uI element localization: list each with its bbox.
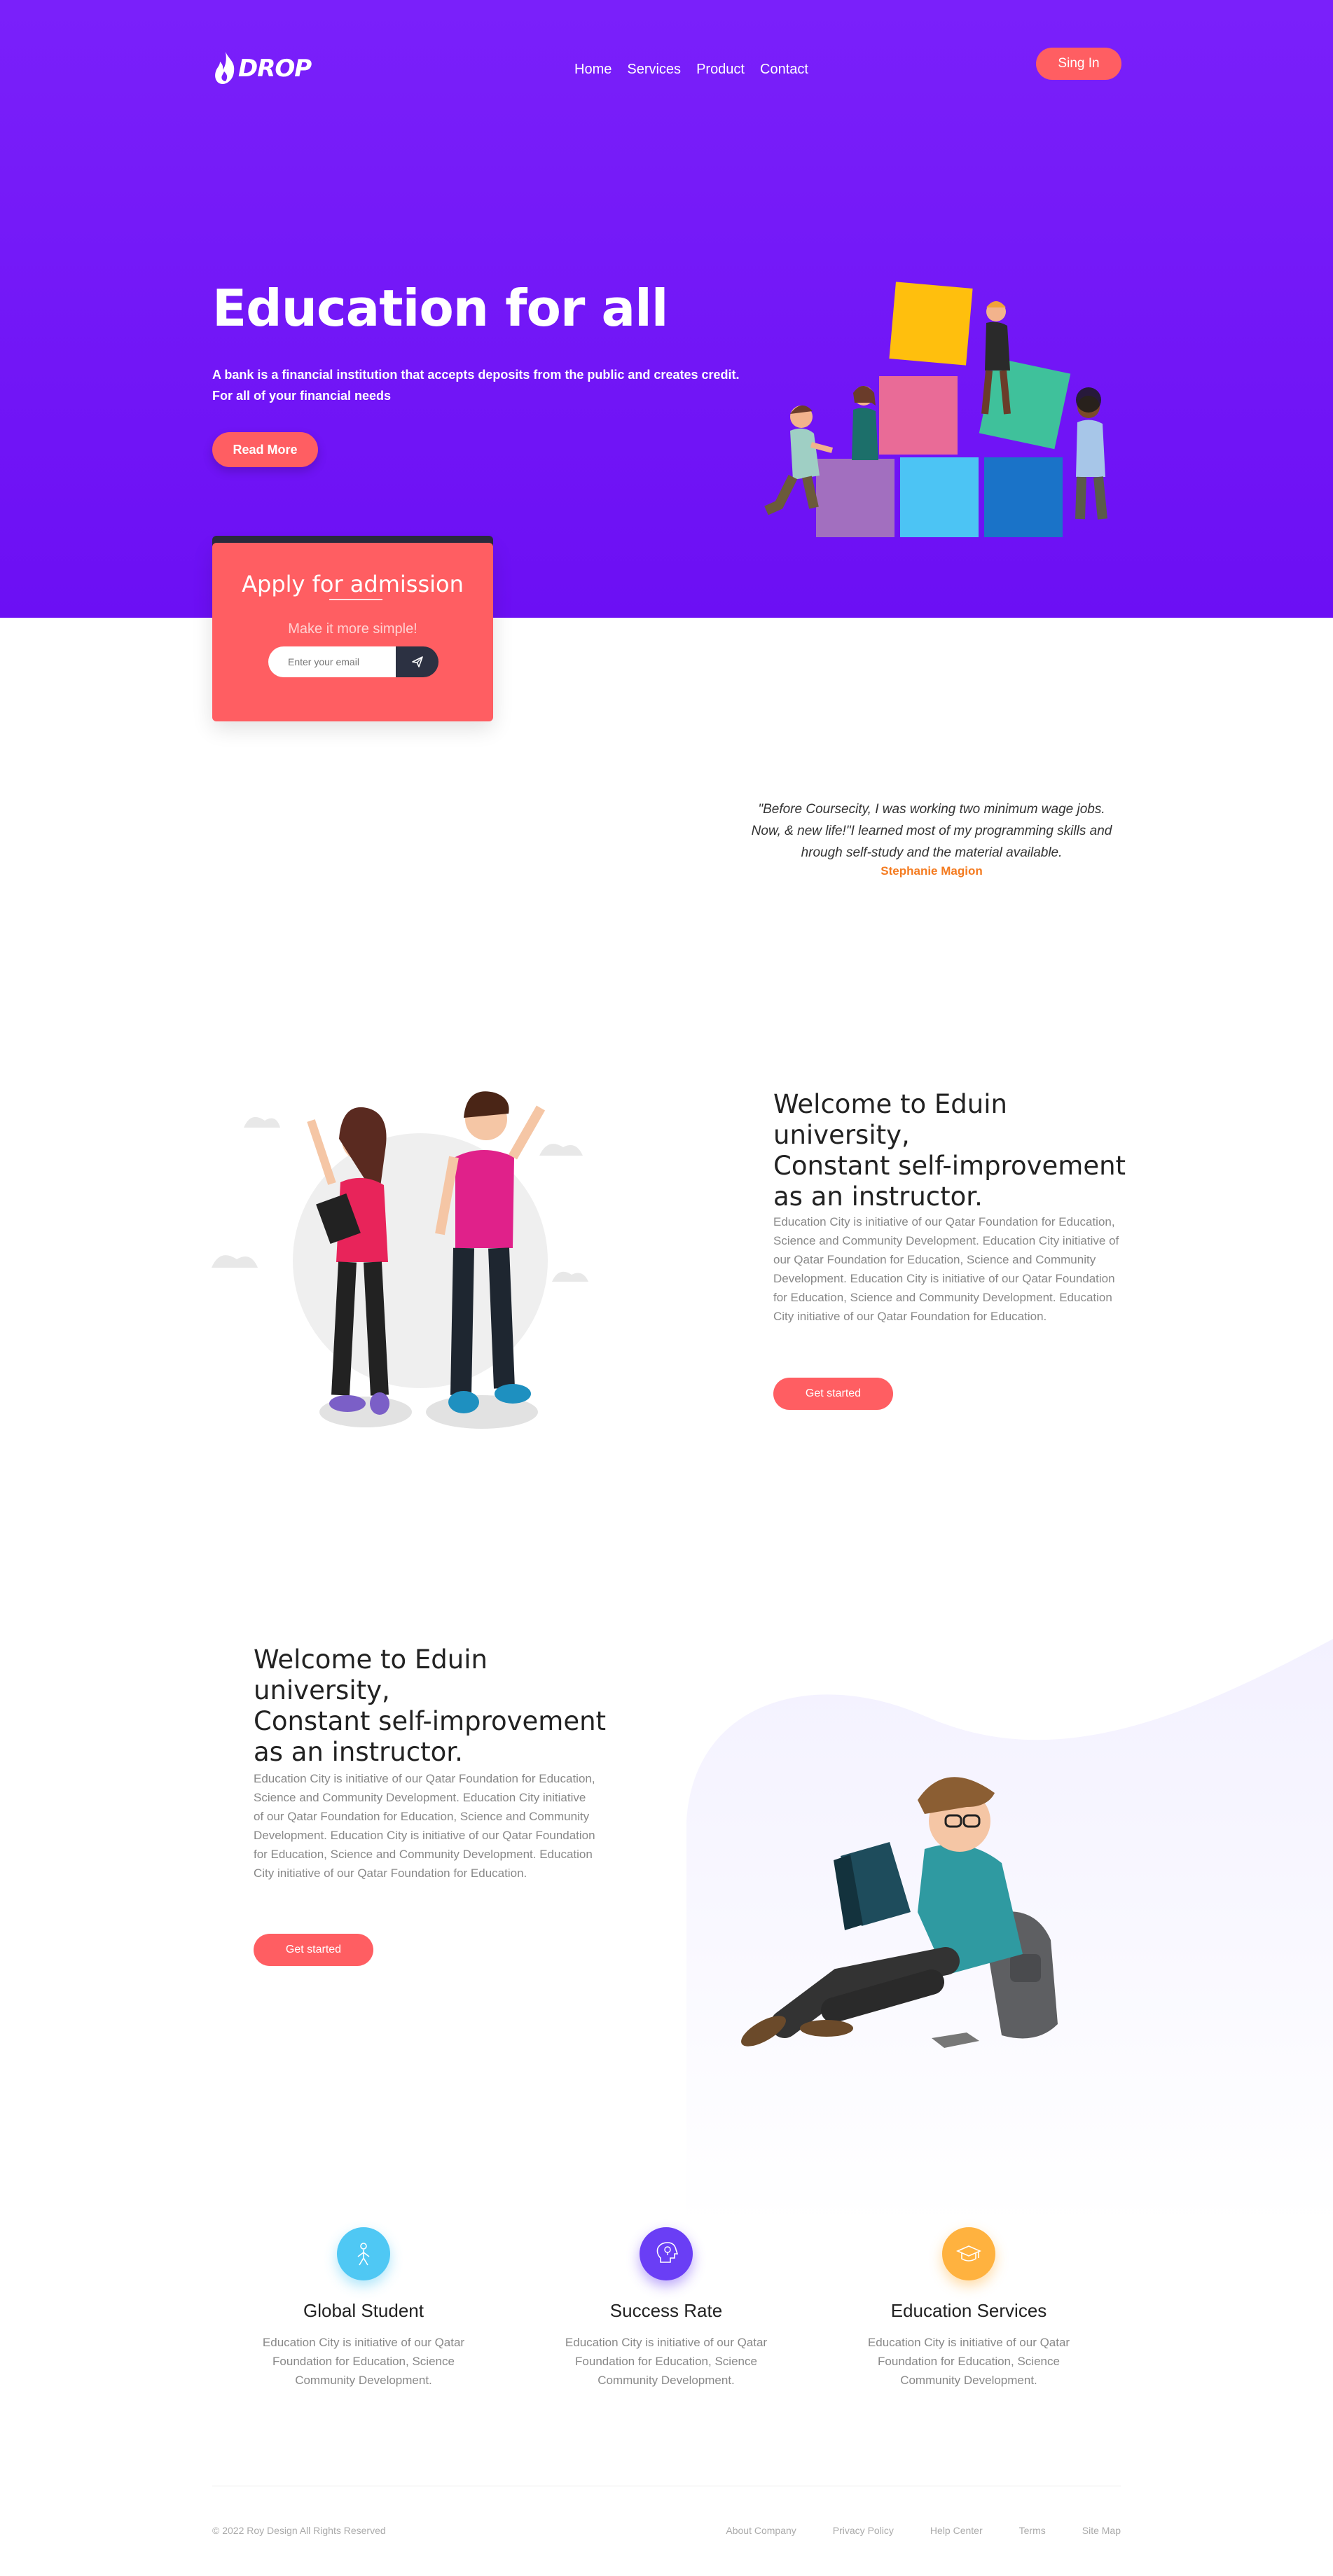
feature-global-student-badge bbox=[337, 2227, 390, 2280]
feature-title: Global Student bbox=[303, 2300, 424, 2321]
send-button[interactable] bbox=[396, 646, 438, 677]
feature-title: Success Rate bbox=[609, 2300, 723, 2321]
section-two-title-line2: Constant self-improvement bbox=[254, 1706, 607, 1736]
students-waving-illustration bbox=[212, 1091, 588, 1429]
hero-subtitle-line1: A bank is a financial institution that a… bbox=[212, 368, 740, 382]
section-two-get-started-button[interactable]: Get started bbox=[254, 1934, 373, 1966]
admission-title-underline bbox=[329, 599, 382, 600]
admission-subtitle: Make it more simple! bbox=[288, 621, 417, 637]
hero-subtitle: A bank is a financial institution that a… bbox=[212, 364, 745, 406]
feature-body: Education City is initiative of our Qata… bbox=[262, 2336, 465, 2387]
section-one-title-line3: as an instructor. bbox=[773, 1182, 983, 1212]
section-one-get-started-button[interactable]: Get started bbox=[773, 1378, 893, 1410]
nav-contact[interactable]: Contact bbox=[760, 62, 808, 78]
flame-logo-icon bbox=[215, 52, 235, 84]
section-two-body: Education City is initiative of our Qata… bbox=[254, 1772, 595, 1880]
footer-link-help-center[interactable]: Help Center bbox=[930, 2525, 983, 2536]
section-one-title-line2: Constant self-improvement bbox=[773, 1151, 1126, 1181]
hero-section: DROP Home Services Product Contact Sing … bbox=[0, 0, 1333, 618]
nav-home[interactable]: Home bbox=[574, 62, 612, 78]
hero-title: Education for all bbox=[212, 279, 668, 338]
feature-education-services: Education Services Education City is ini… bbox=[853, 2227, 1084, 2390]
read-more-button[interactable]: Read More bbox=[212, 432, 318, 467]
section-two-title-line1: Welcome to Eduin university, bbox=[254, 1644, 488, 1705]
feature-body: Education City is initiative of our Qata… bbox=[565, 2336, 768, 2387]
footer-link-terms[interactable]: Terms bbox=[1019, 2525, 1046, 2536]
testimonial-author: Stephanie Magion bbox=[880, 864, 983, 878]
feature-success-rate-badge bbox=[640, 2227, 693, 2280]
student-reading-illustration bbox=[741, 1777, 1058, 2048]
footer-link-privacy-policy[interactable]: Privacy Policy bbox=[833, 2525, 894, 2536]
section-one-title: Welcome to Eduin university, Constant se… bbox=[773, 1089, 1138, 1212]
section-one-title-line1: Welcome to Eduin university, bbox=[773, 1089, 1007, 1150]
person-icon bbox=[357, 2243, 370, 2266]
page: DROP Home Services Product Contact Sing … bbox=[0, 0, 1333, 2576]
logo-text: DROP bbox=[238, 55, 312, 83]
main-nav: Home Services Product Contact bbox=[574, 62, 808, 78]
section-two-title-line3: as an instructor. bbox=[254, 1737, 463, 1767]
feature-success-rate: Success Rate Education City is initiativ… bbox=[551, 2227, 782, 2390]
signin-button[interactable]: Sing In bbox=[1036, 48, 1121, 80]
hero-subtitle-line2: For all of your financial needs bbox=[212, 389, 392, 403]
footer-links: About Company Privacy Policy Help Center… bbox=[726, 2525, 1121, 2536]
nav-product[interactable]: Product bbox=[696, 62, 745, 78]
nav-services[interactable]: Services bbox=[627, 62, 681, 78]
feature-title: Education Services bbox=[890, 2300, 1047, 2321]
lightbulb-head-icon bbox=[656, 2242, 679, 2263]
feature-global-student: Global Student Education City is initiat… bbox=[248, 2227, 479, 2390]
admission-title: Apply for admission bbox=[242, 571, 464, 597]
testimonial-quote: "Before Coursecity, I was working two mi… bbox=[751, 802, 1112, 860]
footer-link-site-map[interactable]: Site Map bbox=[1082, 2525, 1121, 2536]
section-two-title: Welcome to Eduin university, Constant se… bbox=[254, 1644, 618, 1768]
team-blocks-illustration bbox=[764, 282, 1107, 537]
feature-education-services-badge bbox=[942, 2227, 995, 2280]
footer-copyright: © 2022 Roy Design All Rights Reserved bbox=[212, 2525, 386, 2536]
paper-plane-icon bbox=[411, 656, 423, 667]
email-input[interactable] bbox=[268, 646, 396, 677]
logo[interactable]: DROP bbox=[212, 48, 312, 90]
graduation-cap-icon bbox=[956, 2245, 981, 2262]
footer-link-about-company[interactable]: About Company bbox=[726, 2525, 796, 2536]
section-one-body: Education City is initiative of our Qata… bbox=[773, 1215, 1119, 1323]
admission-card: Apply for admission Make it more simple! bbox=[212, 543, 493, 721]
feature-body: Education City is initiative of our Qata… bbox=[867, 2336, 1070, 2387]
